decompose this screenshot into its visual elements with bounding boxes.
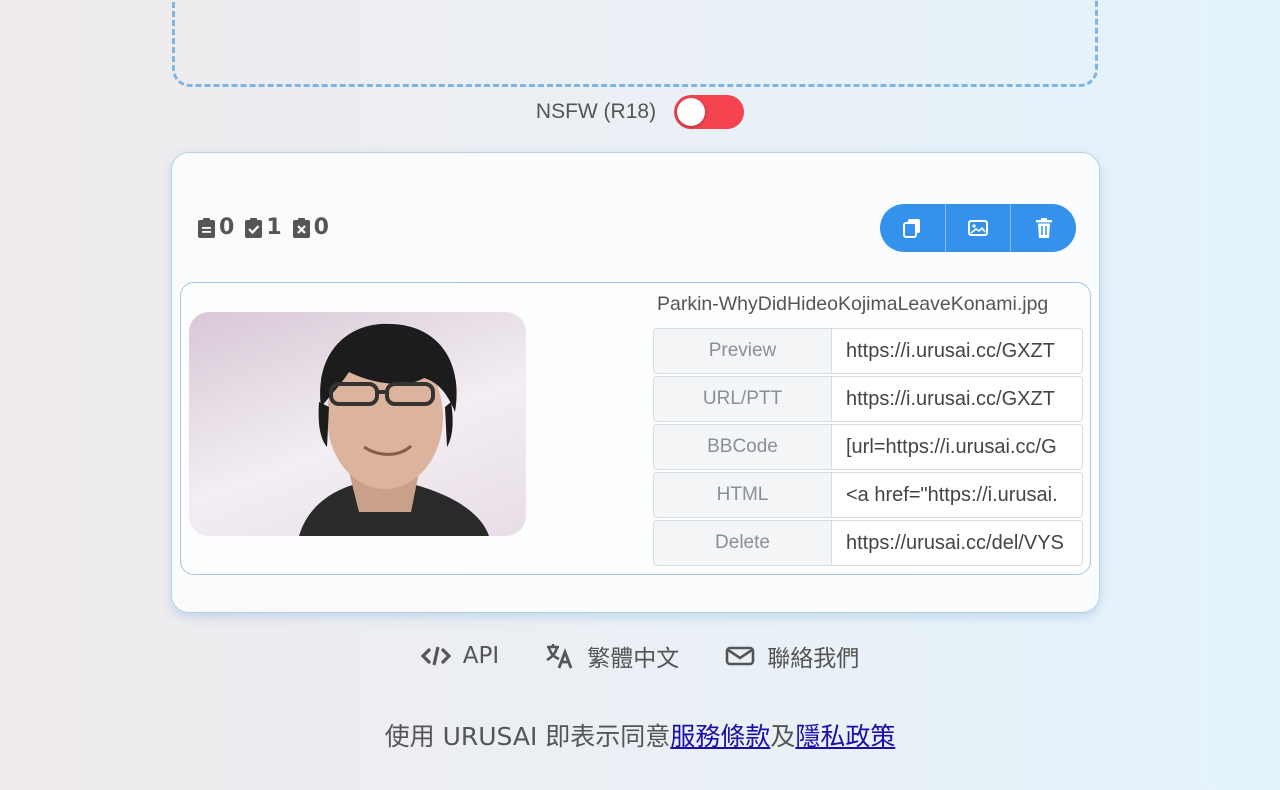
tos-link[interactable]: 服務條款 [670, 722, 770, 751]
action-button-group [880, 204, 1076, 252]
toggle-knob [677, 98, 706, 126]
link-label: Delete [653, 520, 832, 566]
nsfw-label: NSFW (R18) [535, 100, 657, 123]
image-icon [968, 220, 988, 236]
terms-and: 及 [770, 722, 796, 751]
envelope-icon [725, 646, 755, 666]
link-label: BBCode [653, 424, 832, 470]
terms-notice: 使用 URUSAI 即表示同意服務條款及隱私政策 [0, 717, 1280, 753]
delete-link-input[interactable] [832, 520, 1083, 566]
contact-label: 聯絡我們 [767, 646, 860, 672]
footer-links: API 繁體中文 聯絡我們 [0, 638, 1280, 674]
file-name: Parkin-WhyDidHideoKojimaLeaveKonami.jpg [657, 293, 1049, 315]
link-row-delete: Delete [653, 520, 1083, 566]
link-label: HTML [653, 472, 832, 518]
link-row-html: HTML [653, 472, 1083, 518]
privacy-link[interactable]: 隱私政策 [795, 722, 895, 751]
link-label: Preview [653, 328, 832, 374]
image-thumbnail[interactable] [189, 312, 526, 536]
upload-result-card: 0 1 0 Parkin-WhyDidHideoKojimaLeaveKonam… [171, 152, 1100, 613]
contact-link[interactable]: 聯絡我們 [725, 639, 859, 673]
stat-pending: 0 [197, 215, 234, 240]
upload-stats: 0 1 0 [197, 215, 329, 240]
clipboard-check-icon [245, 217, 263, 238]
stat-done: 1 [244, 215, 282, 240]
stat-pending-count: 0 [219, 215, 235, 240]
api-link[interactable]: API [420, 642, 500, 670]
stat-failed-count: 0 [313, 215, 329, 240]
uploaded-file-item: Parkin-WhyDidHideoKojimaLeaveKonami.jpg … [180, 282, 1091, 575]
upload-dropzone[interactable] [172, 0, 1098, 87]
portrait-photo [299, 323, 489, 536]
nsfw-row: NSFW (R18) [0, 94, 1280, 130]
language-label: 繁體中文 [587, 646, 680, 672]
clipboard-list-icon [198, 217, 215, 238]
link-label: URL/PTT [653, 376, 832, 422]
trash-icon [1035, 218, 1052, 238]
html-link-input[interactable] [832, 472, 1083, 518]
link-table: Preview URL/PTT BBCode HTML Delete [653, 328, 1083, 568]
bbcode-link-input[interactable] [832, 424, 1083, 470]
stat-failed: 0 [292, 215, 329, 240]
link-row-preview: Preview [653, 328, 1083, 374]
link-row-bbcode: BBCode [653, 424, 1083, 470]
url-link-input[interactable] [832, 376, 1083, 422]
image-view-button[interactable] [946, 204, 1012, 252]
language-link[interactable]: 繁體中文 [545, 639, 679, 673]
nsfw-toggle[interactable] [674, 95, 745, 129]
code-icon [420, 646, 451, 666]
copy-icon [903, 219, 921, 238]
translate-icon [546, 644, 573, 669]
link-row-url: URL/PTT [653, 376, 1083, 422]
copy-all-button[interactable] [880, 204, 946, 252]
terms-prefix: 使用 URUSAI 即表示同意 [384, 722, 671, 751]
stat-done-count: 1 [266, 215, 282, 240]
preview-link-input[interactable] [832, 328, 1083, 374]
api-label: API [462, 643, 500, 669]
clipboard-x-icon [292, 217, 310, 238]
delete-all-button[interactable] [1011, 204, 1076, 252]
